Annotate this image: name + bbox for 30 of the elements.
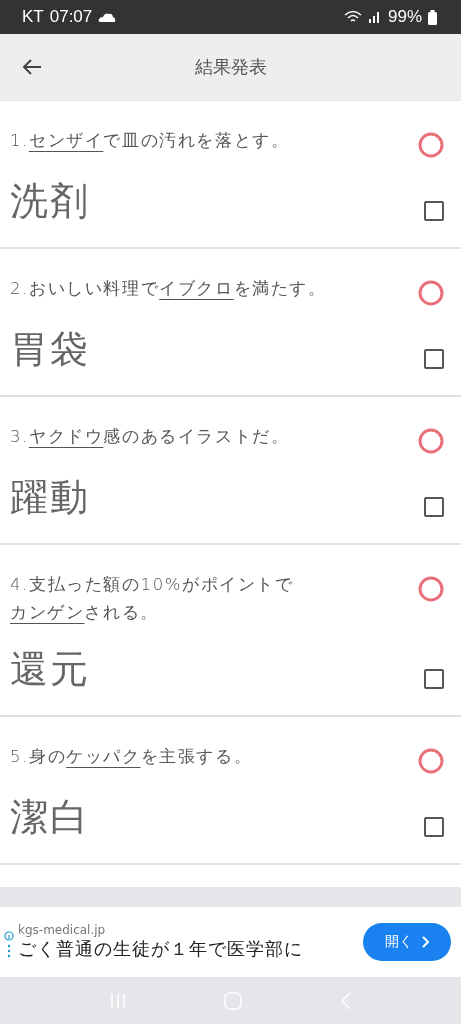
cloud-icon — [98, 12, 117, 22]
checkbox[interactable] — [424, 497, 444, 517]
checkbox[interactable] — [424, 201, 444, 221]
ad-banner[interactable]: kgs-medical.jp ごく普通の生徒が１年で医学部に 開く — [0, 907, 461, 977]
chevron-icon — [421, 936, 429, 948]
battery-level: 99% — [387, 7, 422, 27]
question-text: 1.センザイ で皿の汚れを落とす。 — [10, 130, 291, 152]
ad-domain: kgs-medical.jp — [18, 923, 107, 937]
checkbox[interactable] — [424, 669, 444, 689]
answer-text: 洗剤 — [10, 178, 90, 225]
back-icon[interactable] — [22, 58, 42, 76]
checkbox[interactable] — [424, 349, 444, 369]
question-text: 4.支払った額の10%がポイントで カンゲン される。 — [10, 574, 295, 624]
battery-icon — [428, 9, 437, 25]
question-text: 2.おいしい料理でイブクロ を満たす。 — [10, 278, 328, 300]
question-text: 5.身のケッパク を主張する。 — [10, 746, 254, 768]
question-text: 3.ヤクドウ 感のあるイラストだ。 — [10, 426, 291, 448]
screen-title: 結果発表 — [194, 55, 267, 79]
open-button[interactable]: 開く — [363, 923, 451, 961]
answer-text: 胃袋 — [10, 326, 90, 373]
answer-text: 還元 — [10, 646, 90, 693]
carrier: KT — [22, 7, 44, 27]
wifi-icon — [343, 10, 362, 24]
answer-text: 躍動 — [10, 474, 90, 521]
signal-icon — [367, 11, 382, 23]
ad-headline: ごく普通の生徒が１年で医学部に — [18, 937, 303, 961]
clock: 07:07 — [49, 7, 93, 27]
answer-text: 潔白 — [10, 794, 90, 841]
checkbox[interactable] — [424, 817, 444, 837]
info-icon[interactable] — [4, 931, 14, 959]
